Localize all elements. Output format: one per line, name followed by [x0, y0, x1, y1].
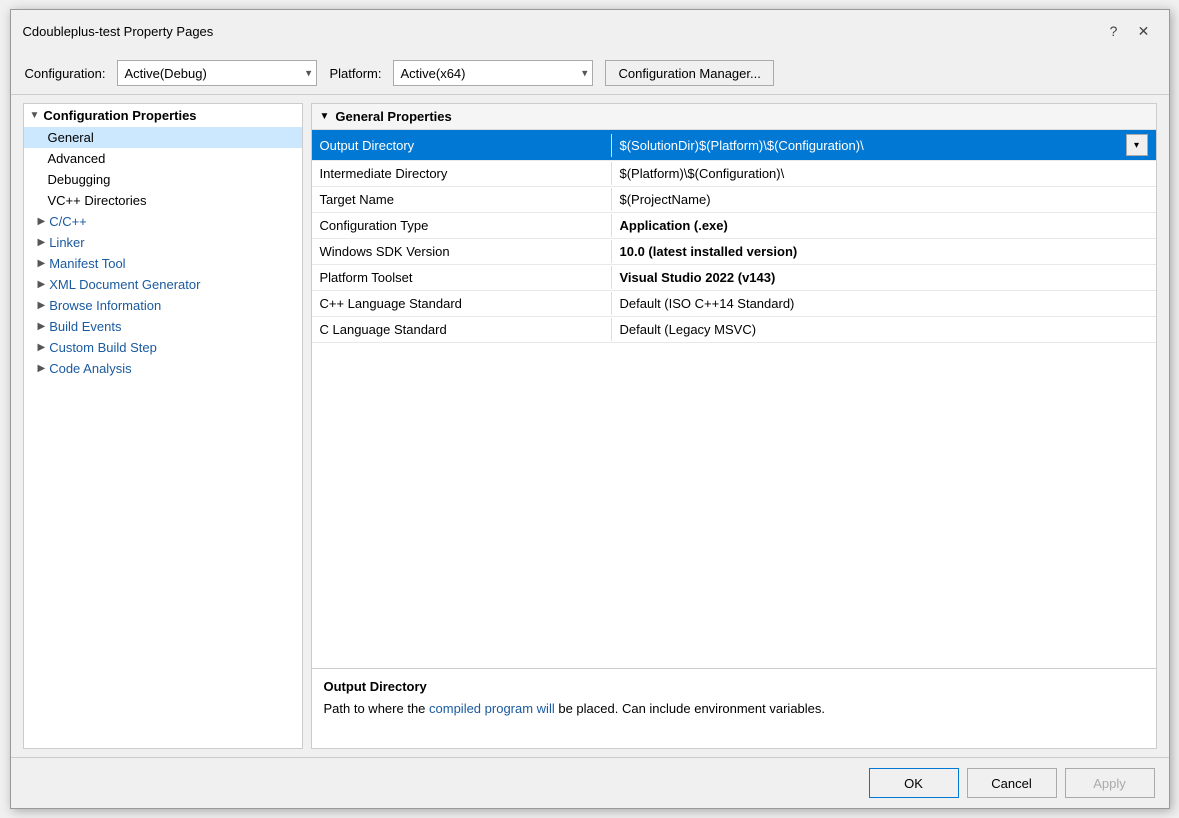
prop-value-sdk-version: 10.0 (latest installed version)	[612, 240, 1156, 263]
sidebar-group-manifest[interactable]: ▶ Manifest Tool	[24, 253, 302, 274]
prop-name-cpp-standard: C++ Language Standard	[312, 292, 612, 315]
sidebar-item-general[interactable]: General	[24, 127, 302, 148]
cancel-button[interactable]: Cancel	[967, 768, 1057, 798]
description-text: Path to where the compiled program will …	[324, 700, 1144, 718]
help-button[interactable]: ?	[1101, 18, 1127, 44]
table-row[interactable]: Intermediate Directory $(Platform)\$(Con…	[312, 161, 1156, 187]
dialog-title: Cdoubleplus-test Property Pages	[23, 24, 214, 39]
prop-value-platform-toolset: Visual Studio 2022 (v143)	[612, 266, 1156, 289]
section-title: General Properties	[335, 109, 451, 124]
sidebar-group-linker[interactable]: ▶ Linker	[24, 232, 302, 253]
sidebar-item-debugging[interactable]: Debugging	[24, 169, 302, 190]
config-select-wrapper: Active(Debug)	[117, 60, 317, 86]
main-content: ▼ Configuration Properties General Advan…	[11, 95, 1169, 757]
prop-value-cpp-standard: Default (ISO C++14 Standard)	[612, 292, 1156, 315]
sidebar: ▼ Configuration Properties General Advan…	[23, 103, 303, 749]
table-row[interactable]: Target Name $(ProjectName)	[312, 187, 1156, 213]
close-button[interactable]: ✕	[1131, 18, 1157, 44]
description-title: Output Directory	[324, 679, 1144, 694]
table-row[interactable]: Windows SDK Version 10.0 (latest install…	[312, 239, 1156, 265]
output-dir-dropdown-btn[interactable]: ▾	[1126, 134, 1148, 156]
sidebar-group-code-analysis[interactable]: ▶ Code Analysis	[24, 358, 302, 379]
config-label: Configuration:	[25, 66, 106, 81]
table-row[interactable]: C Language Standard Default (Legacy MSVC…	[312, 317, 1156, 343]
prop-value-config-type: Application (.exe)	[612, 214, 1156, 237]
prop-name-platform-toolset: Platform Toolset	[312, 266, 612, 289]
table-row[interactable]: Configuration Type Application (.exe)	[312, 213, 1156, 239]
sidebar-group-build-events[interactable]: ▶ Build Events	[24, 316, 302, 337]
config-manager-button[interactable]: Configuration Manager...	[605, 60, 773, 86]
prop-name-output-dir: Output Directory	[312, 134, 612, 157]
build-events-arrow: ▶	[38, 321, 46, 332]
platform-select-wrapper: Active(x64)	[393, 60, 593, 86]
section-expand-arrow: ▼	[320, 111, 330, 122]
section-arrow: ▼	[30, 110, 40, 121]
prop-name-target-name: Target Name	[312, 188, 612, 211]
properties-table: ▼ General Properties Output Directory $(…	[312, 104, 1156, 668]
sidebar-group-cpp[interactable]: ▶ C/C++	[24, 211, 302, 232]
apply-button[interactable]: Apply	[1065, 768, 1155, 798]
sidebar-section-title: Configuration Properties	[43, 108, 196, 123]
prop-name-config-type: Configuration Type	[312, 214, 612, 237]
sidebar-section-header[interactable]: ▼ Configuration Properties	[24, 104, 302, 127]
xml-arrow: ▶	[38, 279, 46, 290]
prop-name-intermediate-dir: Intermediate Directory	[312, 162, 612, 185]
prop-value-target-name: $(ProjectName)	[612, 188, 1156, 211]
sidebar-group-custom-build[interactable]: ▶ Custom Build Step	[24, 337, 302, 358]
description-panel: Output Directory Path to where the compi…	[312, 668, 1156, 748]
ok-button[interactable]: OK	[869, 768, 959, 798]
property-pages-dialog: Cdoubleplus-test Property Pages ? ✕ Conf…	[10, 9, 1170, 809]
table-row[interactable]: Platform Toolset Visual Studio 2022 (v14…	[312, 265, 1156, 291]
sidebar-item-vc-directories[interactable]: VC++ Directories	[24, 190, 302, 211]
platform-select[interactable]: Active(x64)	[393, 60, 593, 86]
prop-name-sdk-version: Windows SDK Version	[312, 240, 612, 263]
prop-value-intermediate-dir: $(Platform)\$(Configuration)\	[612, 162, 1156, 185]
sidebar-group-xml[interactable]: ▶ XML Document Generator	[24, 274, 302, 295]
browse-arrow: ▶	[38, 300, 46, 311]
description-link-text: compiled program will	[429, 701, 555, 716]
button-bar: OK Cancel Apply	[11, 757, 1169, 808]
custom-build-arrow: ▶	[38, 342, 46, 353]
prop-value-c-standard: Default (Legacy MSVC)	[612, 318, 1156, 341]
code-analysis-arrow: ▶	[38, 363, 46, 374]
title-bar-buttons: ? ✕	[1101, 18, 1157, 44]
right-panel: ▼ General Properties Output Directory $(…	[311, 103, 1157, 749]
prop-value-output-dir: $(SolutionDir)$(Platform)\$(Configuratio…	[612, 130, 1156, 160]
linker-arrow: ▶	[38, 237, 46, 248]
table-row[interactable]: C++ Language Standard Default (ISO C++14…	[312, 291, 1156, 317]
sidebar-item-advanced[interactable]: Advanced	[24, 148, 302, 169]
cpp-arrow: ▶	[38, 216, 46, 227]
sidebar-group-browse[interactable]: ▶ Browse Information	[24, 295, 302, 316]
config-select[interactable]: Active(Debug)	[117, 60, 317, 86]
properties-section-header: ▼ General Properties	[312, 104, 1156, 130]
platform-label: Platform:	[329, 66, 381, 81]
prop-name-c-standard: C Language Standard	[312, 318, 612, 341]
manifest-arrow: ▶	[38, 258, 46, 269]
config-bar: Configuration: Active(Debug) Platform: A…	[11, 52, 1169, 95]
title-bar: Cdoubleplus-test Property Pages ? ✕	[11, 10, 1169, 52]
table-row[interactable]: Output Directory $(SolutionDir)$(Platfor…	[312, 130, 1156, 161]
